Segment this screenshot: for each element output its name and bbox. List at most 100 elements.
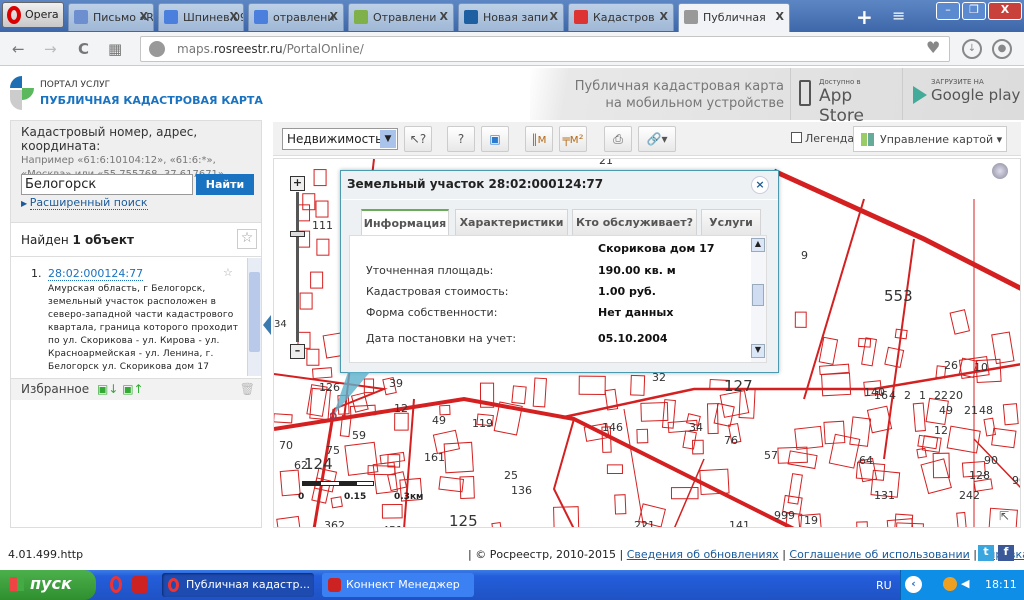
download-icon[interactable]: ↓ — [962, 39, 982, 59]
site-info-icon[interactable] — [149, 41, 165, 57]
parcel-shape — [912, 402, 926, 432]
zoom-slider-track[interactable] — [296, 192, 299, 342]
popup-scrollbar[interactable]: ▲ ▼ — [751, 236, 766, 362]
gplay-label: Google play — [931, 86, 1021, 104]
start-button[interactable]: пуск — [0, 570, 96, 600]
zoom-slider-handle[interactable] — [290, 231, 305, 237]
footer-links: | © Росреестр, 2010-2015 | Сведения об о… — [468, 548, 1024, 561]
tab-characteristics[interactable]: Характеристики — [455, 209, 568, 236]
identify-tool-button[interactable]: ↖? — [404, 126, 432, 152]
scale-label-0: 0 — [298, 492, 305, 502]
ruler-button[interactable]: ‖м — [525, 126, 553, 152]
bookmark-heart-icon[interactable]: ♥ — [926, 38, 940, 57]
reload-icon[interactable]: C — [78, 40, 89, 58]
left-panel: Кадастровый номер, адрес, координата: На… — [10, 120, 262, 528]
volume-icon[interactable]: ◀ — [961, 577, 969, 590]
updates-link[interactable]: Сведения об обновлениях — [627, 548, 779, 561]
parcel-label: 22 — [934, 389, 948, 402]
area-info-button[interactable]: ▣ — [481, 126, 509, 152]
close-icon[interactable]: × — [751, 176, 769, 194]
parcel-shape — [387, 454, 401, 468]
forward-icon[interactable]: → — [44, 40, 57, 58]
tab-close-icon[interactable]: X — [440, 10, 448, 23]
twitter-icon[interactable]: t — [978, 545, 994, 561]
result-number: 1. — [31, 267, 42, 280]
advanced-search-link[interactable]: ▶ Расширенный поиск — [21, 196, 148, 210]
opera-icon — [7, 6, 21, 24]
account-icon[interactable]: ● — [992, 39, 1012, 59]
browser-tab[interactable]: Письмо «Re X — [68, 3, 154, 31]
area-measure-button[interactable]: ╤м² — [559, 126, 587, 152]
results-scrollbar[interactable] — [247, 258, 261, 376]
search-section: Кадастровый номер, адрес, координата: На… — [11, 121, 261, 223]
parcel-shape — [614, 494, 627, 515]
tab-who-serves[interactable]: Кто обслуживает? — [572, 209, 697, 236]
tab-services[interactable]: Услуги — [701, 209, 761, 236]
tab-close-icon[interactable]: X — [776, 10, 784, 23]
speed-dial-icon[interactable]: ▦ — [108, 40, 122, 58]
browser-tab[interactable]: Отравлени X — [348, 3, 454, 31]
resize-arrow-icon[interactable]: ⇱ — [999, 509, 1009, 523]
globe-icon[interactable] — [992, 163, 1008, 179]
minimize-button[interactable]: – — [936, 2, 960, 20]
back-icon[interactable]: ← — [12, 40, 25, 58]
result-description: Амурская область, г Белогорск, земельный… — [48, 284, 239, 372]
export-icon[interactable]: ▣↓ — [97, 382, 118, 396]
parcel-label: 553 — [884, 287, 913, 305]
map-control-button[interactable]: Управление картой ▾ — [853, 126, 1007, 152]
url-input[interactable]: maps.rosreestr.ru/PortalOnline/ — [140, 36, 950, 62]
google-play-button[interactable]: ЗАГРУЗИТЕ НА Google play — [902, 68, 1024, 120]
browser-tab[interactable]: отравлени X — [248, 3, 344, 31]
tab-menu-icon[interactable]: ≡ — [892, 6, 905, 25]
terms-link[interactable]: Соглашение об использовании — [789, 548, 969, 561]
opera-quicklaunch-icon[interactable] — [110, 576, 122, 593]
measure-path-button[interactable]: ? — [447, 126, 475, 152]
facebook-icon[interactable]: f — [998, 545, 1014, 561]
browser-tab[interactable]: Кадастров X — [568, 3, 674, 31]
tab-close-icon[interactable]: X — [330, 10, 338, 23]
result-star-icon[interactable]: ☆ — [223, 266, 233, 279]
task-connect-manager[interactable]: Коннект Менеджер — [322, 573, 474, 597]
link-button[interactable]: 🔗▾ — [638, 126, 676, 152]
app-store-button[interactable]: Доступно в App Store — [790, 68, 902, 126]
print-button[interactable]: ⎙ — [604, 126, 632, 152]
legend-checkbox[interactable]: Легенда — [791, 132, 854, 145]
windows-logo-icon — [10, 577, 24, 591]
tab-close-icon[interactable]: X — [230, 10, 238, 23]
import-icon[interactable]: ▣↑ — [122, 382, 143, 396]
star-icon[interactable]: ☆ — [237, 229, 257, 249]
tab-close-icon[interactable]: X — [660, 10, 668, 23]
zoom-in-button[interactable]: + — [290, 176, 305, 191]
parcel-label: 76 — [724, 434, 738, 447]
tray-expand-icon[interactable]: ‹ — [905, 576, 922, 593]
parcel-shape — [330, 496, 343, 509]
zoom-out-button[interactable]: – — [290, 344, 305, 359]
opera-menu-button[interactable]: Opera — [2, 2, 64, 28]
parcel-label: 26 — [944, 359, 958, 372]
tab-information[interactable]: Информация — [361, 209, 449, 236]
tab-label: Новая запи — [483, 11, 549, 24]
scale-label-mid: 0.15 — [344, 492, 367, 502]
layer-select[interactable]: Недвижимость ▼ — [282, 128, 398, 150]
tab-close-icon[interactable]: X — [140, 10, 148, 23]
tab-close-icon[interactable]: X — [550, 10, 558, 23]
browser-tab[interactable]: Шпинев.09 X — [158, 3, 244, 31]
tray-app-icon[interactable] — [943, 577, 957, 591]
parcel-label: 4 — [889, 389, 896, 402]
maximize-button[interactable]: ❐ — [962, 2, 986, 20]
browser-tab[interactable]: Публичная X — [678, 3, 790, 32]
collapse-panel-handle[interactable] — [263, 315, 271, 335]
connect-quicklaunch-icon[interactable] — [132, 576, 148, 593]
parcel-shape — [949, 309, 971, 335]
close-window-button[interactable]: X — [988, 2, 1022, 20]
parcel-shape — [297, 204, 311, 222]
tab-label: отравлени — [273, 11, 335, 24]
search-button[interactable]: Найти — [196, 174, 254, 195]
trash-icon[interactable]: 🗑 — [240, 382, 255, 396]
result-link[interactable]: 28:02:000124:77 — [48, 267, 144, 281]
search-input[interactable]: Белогорск — [21, 174, 193, 195]
browser-tab[interactable]: Новая запи X — [458, 3, 564, 31]
language-indicator[interactable]: RU — [876, 579, 892, 592]
new-tab-button[interactable]: + — [856, 5, 873, 29]
task-browser[interactable]: Публичная кадастр... — [162, 573, 314, 597]
